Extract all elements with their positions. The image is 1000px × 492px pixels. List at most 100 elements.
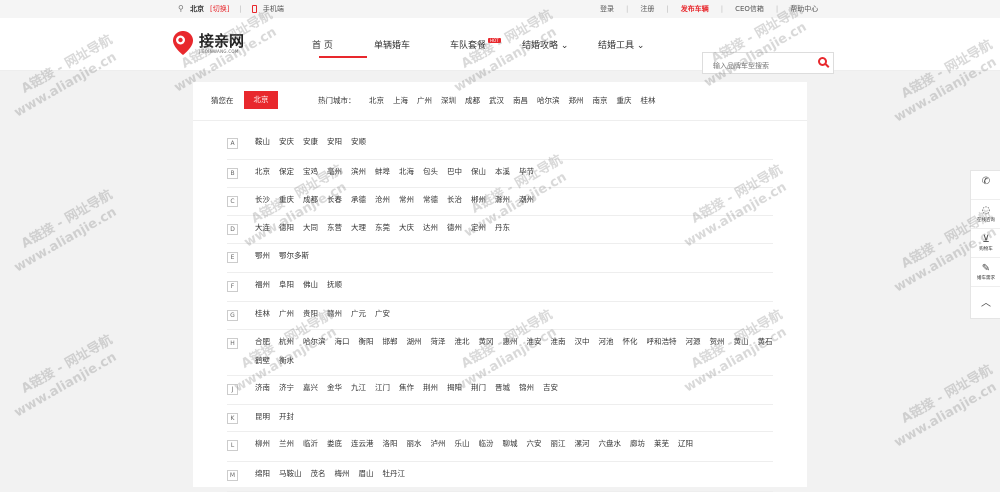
sidebar-online-consult[interactable]: ◌ 在线咨询 bbox=[971, 200, 1000, 229]
city-link[interactable]: 重庆 bbox=[279, 194, 294, 205]
city-link[interactable]: 赣州 bbox=[327, 308, 342, 319]
city-link[interactable]: 淮安 bbox=[527, 336, 542, 347]
city-link[interactable]: 保山 bbox=[471, 166, 486, 177]
city-link[interactable]: 毕节 bbox=[519, 166, 534, 177]
city-link[interactable]: 临沂 bbox=[303, 438, 318, 449]
sidebar-car-demand[interactable]: ✎ 婚车需求 bbox=[971, 258, 1000, 287]
hot-city-link[interactable]: 桂林 bbox=[641, 95, 656, 106]
city-link[interactable]: 淮北 bbox=[455, 336, 470, 347]
guessed-city-button[interactable]: 北京 bbox=[244, 91, 278, 109]
city-link[interactable]: 六盘水 bbox=[599, 438, 622, 449]
sidebar-cart[interactable]: ⊻ 购物车 bbox=[971, 229, 1000, 258]
register-link[interactable]: 注册 bbox=[628, 4, 666, 14]
city-link[interactable]: 河源 bbox=[686, 336, 701, 347]
city-link[interactable]: 湖州 bbox=[407, 336, 422, 347]
city-link[interactable]: 锦州 bbox=[519, 382, 534, 393]
city-link[interactable]: 北海 bbox=[399, 166, 414, 177]
city-link[interactable]: 常州 bbox=[399, 194, 414, 205]
city-link[interactable]: 长治 bbox=[447, 194, 462, 205]
city-link[interactable]: 安庆 bbox=[279, 136, 294, 147]
site-logo[interactable]: 接亲网 JIEQINWANG.COM bbox=[173, 31, 244, 55]
city-link[interactable]: 泸州 bbox=[431, 438, 446, 449]
city-link[interactable]: 定州 bbox=[471, 222, 486, 233]
city-link[interactable]: 娄底 bbox=[327, 438, 342, 449]
hot-city-link[interactable]: 南京 bbox=[593, 95, 608, 106]
city-link[interactable]: 菏泽 bbox=[431, 336, 446, 347]
city-link[interactable]: 柳州 bbox=[255, 438, 270, 449]
sidebar-back-to-top[interactable]: ︿ bbox=[971, 287, 1000, 318]
city-link[interactable]: 合肥 bbox=[255, 336, 270, 347]
hot-city-link[interactable]: 广州 bbox=[417, 95, 432, 106]
city-link[interactable]: 惠州 bbox=[503, 336, 518, 347]
hot-city-link[interactable]: 重庆 bbox=[617, 95, 632, 106]
city-link[interactable]: 蚌埠 bbox=[375, 166, 390, 177]
nav-wedding-guide[interactable]: 结婚攻略 ⌄ bbox=[522, 38, 598, 51]
city-link[interactable]: 吉安 bbox=[543, 382, 558, 393]
city-link[interactable]: 马鞍山 bbox=[279, 468, 302, 479]
nav-wedding-tools[interactable]: 结婚工具 ⌄ bbox=[598, 38, 658, 51]
city-link[interactable]: 金华 bbox=[327, 382, 342, 393]
city-link[interactable]: 本溪 bbox=[495, 166, 510, 177]
city-link[interactable]: 长沙 bbox=[255, 194, 270, 205]
city-link[interactable]: 福州 bbox=[255, 279, 270, 290]
city-link[interactable]: 东营 bbox=[327, 222, 342, 233]
city-link[interactable]: 哈尔滨 bbox=[303, 336, 326, 347]
city-link[interactable]: 黄石 bbox=[758, 336, 773, 347]
city-link[interactable]: 海口 bbox=[335, 336, 350, 347]
login-link[interactable]: 登录 bbox=[600, 4, 626, 14]
hot-city-link[interactable]: 上海 bbox=[393, 95, 408, 106]
hot-city-link[interactable]: 南昌 bbox=[513, 95, 528, 106]
city-link[interactable]: 牡丹江 bbox=[383, 468, 406, 479]
ceo-mailbox-link[interactable]: CEO信箱 bbox=[723, 4, 776, 14]
city-link[interactable]: 滁州 bbox=[495, 194, 510, 205]
city-link[interactable]: 广州 bbox=[279, 308, 294, 319]
hot-city-link[interactable]: 武汉 bbox=[489, 95, 504, 106]
city-link[interactable]: 巴中 bbox=[447, 166, 462, 177]
hot-city-link[interactable]: 深圳 bbox=[441, 95, 456, 106]
city-link[interactable]: 安顺 bbox=[351, 136, 366, 147]
city-link[interactable]: 鄂州 bbox=[255, 250, 270, 261]
city-link[interactable]: 昆明 bbox=[255, 411, 270, 422]
city-link[interactable]: 潮州 bbox=[519, 194, 534, 205]
city-link[interactable]: 贺州 bbox=[710, 336, 725, 347]
city-link[interactable]: 达州 bbox=[423, 222, 438, 233]
city-link[interactable]: 杭州 bbox=[279, 336, 294, 347]
city-link[interactable]: 衡阳 bbox=[359, 336, 374, 347]
city-link[interactable]: 安康 bbox=[303, 136, 318, 147]
city-link[interactable]: 广安 bbox=[375, 308, 390, 319]
city-link[interactable]: 安阳 bbox=[327, 136, 342, 147]
city-link[interactable]: 东莞 bbox=[375, 222, 390, 233]
city-link[interactable]: 包头 bbox=[423, 166, 438, 177]
switch-city-link[interactable]: [切换] bbox=[210, 4, 229, 14]
city-link[interactable]: 绵阳 bbox=[255, 468, 270, 479]
city-link[interactable]: 江门 bbox=[375, 382, 390, 393]
city-link[interactable]: 怀化 bbox=[623, 336, 638, 347]
city-link[interactable]: 黄山 bbox=[734, 336, 749, 347]
mobile-site-link[interactable]: 手机端 bbox=[263, 4, 284, 14]
search-icon[interactable] bbox=[818, 57, 827, 66]
city-link[interactable]: 临汾 bbox=[479, 438, 494, 449]
city-link[interactable]: 济宁 bbox=[279, 382, 294, 393]
sidebar-phone[interactable]: ✆ bbox=[971, 171, 1000, 200]
city-link[interactable]: 揭阳 bbox=[447, 382, 462, 393]
city-link[interactable]: 济南 bbox=[255, 382, 270, 393]
city-link[interactable]: 德州 bbox=[447, 222, 462, 233]
city-link[interactable]: 丽江 bbox=[551, 438, 566, 449]
city-link[interactable]: 大同 bbox=[303, 222, 318, 233]
city-link[interactable]: 呼和浩特 bbox=[647, 336, 677, 347]
city-link[interactable]: 郴州 bbox=[471, 194, 486, 205]
city-link[interactable]: 大连 bbox=[255, 222, 270, 233]
city-link[interactable]: 邯郸 bbox=[383, 336, 398, 347]
city-link[interactable]: 鹤壁 bbox=[255, 355, 270, 366]
city-link[interactable]: 丹东 bbox=[495, 222, 510, 233]
city-link[interactable]: 贵阳 bbox=[303, 308, 318, 319]
city-link[interactable]: 兰州 bbox=[279, 438, 294, 449]
city-link[interactable]: 阜阳 bbox=[279, 279, 294, 290]
city-link[interactable]: 焦作 bbox=[399, 382, 414, 393]
city-link[interactable]: 六安 bbox=[527, 438, 542, 449]
city-link[interactable]: 淮南 bbox=[551, 336, 566, 347]
city-link[interactable]: 鞍山 bbox=[255, 136, 270, 147]
city-link[interactable]: 梅州 bbox=[335, 468, 350, 479]
city-link[interactable]: 茂名 bbox=[311, 468, 326, 479]
city-link[interactable]: 宝鸡 bbox=[303, 166, 318, 177]
